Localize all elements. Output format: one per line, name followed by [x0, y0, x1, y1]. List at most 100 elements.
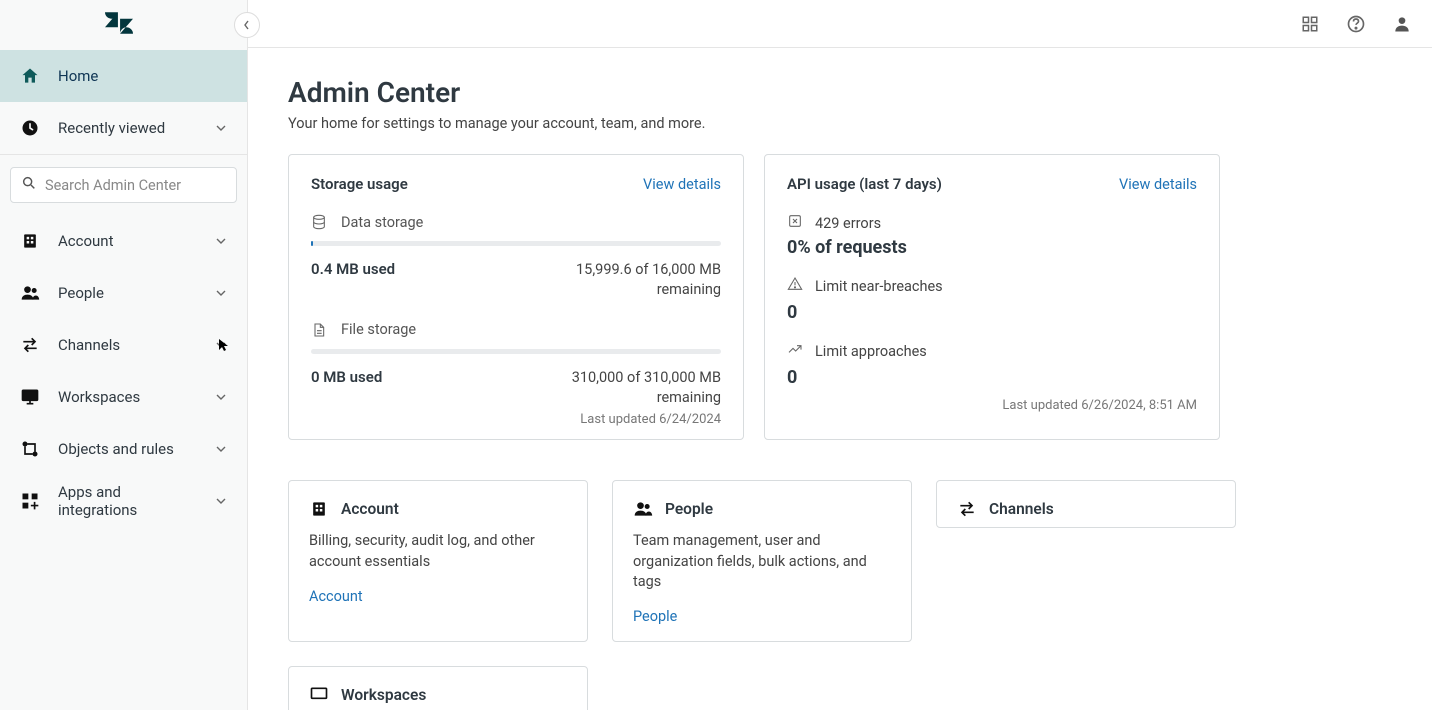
data-used: 0.4 MB used [311, 260, 395, 301]
sidebar-item-label: Account [58, 232, 197, 250]
chevron-down-icon [215, 388, 227, 407]
sidebar: Home Recently viewed Account [0, 0, 248, 710]
storage-label: Data storage [341, 214, 423, 231]
api-errors-row: 429 errors [787, 213, 1197, 233]
chevron-down-icon [215, 336, 227, 355]
tile-title: Workspaces [341, 686, 426, 704]
sidebar-item-apps[interactable]: Apps and integrations [0, 475, 247, 527]
sidebar-item-label: Apps and integrations [58, 483, 197, 519]
error-icon [787, 213, 803, 233]
api-breaches-row: Limit near-breaches [787, 276, 1197, 296]
chevron-left-icon [242, 20, 252, 30]
sidebar-item-workspaces[interactable]: Workspaces [0, 371, 247, 423]
search-input[interactable] [45, 177, 229, 194]
view-details-link[interactable]: View details [1119, 176, 1197, 193]
tile-title: Account [341, 500, 399, 518]
api-approaches-value: 0 [787, 367, 1197, 388]
content: Admin Center Your home for settings to m… [248, 48, 1432, 710]
building-icon [309, 499, 329, 519]
sidebar-item-label: Channels [58, 336, 197, 354]
chevron-down-icon [215, 284, 227, 303]
apps-icon [20, 491, 40, 511]
people-icon [633, 499, 653, 519]
tile-title: Channels [989, 500, 1054, 518]
building-icon [20, 231, 40, 251]
chevron-down-icon [215, 119, 227, 138]
file-storage-stats: 0 MB used 310,000 of 310,000 MB remainin… [311, 368, 721, 409]
sidebar-item-label: Objects and rules [58, 440, 197, 458]
sidebar-item-label: Recently viewed [58, 119, 197, 137]
nav-primary: Home Recently viewed [0, 50, 247, 154]
arrows-icon [957, 499, 977, 519]
tile-desc: Billing, security, audit log, and other … [309, 531, 567, 572]
storage-label: File storage [341, 321, 416, 338]
sidebar-collapse-button[interactable] [234, 12, 260, 38]
api-last-updated: Last updated 6/26/2024, 8:51 AM [787, 398, 1197, 413]
file-icon [311, 321, 329, 339]
storage-usage-card: Storage usage View details Data storage … [288, 154, 744, 440]
clock-icon [20, 118, 40, 138]
search-icon [21, 175, 37, 195]
sidebar-item-people[interactable]: People [0, 267, 247, 319]
tile-link[interactable]: Account [309, 588, 363, 605]
tile-link[interactable]: People [633, 608, 677, 625]
api-breaches-label: Limit near-breaches [815, 278, 943, 295]
file-used: 0 MB used [311, 368, 382, 409]
api-errors-value: 0% of requests [787, 237, 1197, 258]
card-title: Storage usage [311, 175, 408, 193]
api-breaches-value: 0 [787, 302, 1197, 323]
search-input-wrap[interactable] [10, 167, 237, 203]
card-title: API usage (last 7 days) [787, 175, 942, 193]
help-icon[interactable] [1346, 14, 1366, 34]
data-remaining: 15,999.6 of 16,000 MB remaining [576, 260, 721, 301]
warning-icon [787, 276, 803, 296]
tiles-grid: Account Billing, security, audit log, an… [288, 480, 1392, 710]
api-approaches-label: Limit approaches [815, 343, 927, 360]
sidebar-item-recently-viewed[interactable]: Recently viewed [0, 102, 247, 154]
home-icon [20, 66, 40, 86]
monitor-icon [20, 387, 40, 407]
tile-workspaces[interactable]: Workspaces [288, 666, 588, 710]
zendesk-logo-icon [105, 11, 133, 39]
api-approaches-row: Limit approaches [787, 341, 1197, 361]
main: Admin Center Your home for settings to m… [248, 0, 1432, 710]
chevron-down-icon [215, 232, 227, 251]
user-avatar-icon[interactable] [1392, 14, 1412, 34]
tile-desc: Team management, user and organization f… [633, 531, 891, 592]
sidebar-item-label: People [58, 284, 197, 302]
people-icon [20, 283, 40, 303]
tile-title: People [665, 500, 713, 518]
page-title: Admin Center [288, 76, 1392, 109]
sidebar-item-account[interactable]: Account [0, 215, 247, 267]
topbar [248, 0, 1432, 48]
database-icon [311, 213, 329, 231]
api-errors-label: 429 errors [815, 215, 881, 232]
storage-last-updated: Last updated 6/24/2024 [311, 412, 721, 427]
sidebar-item-label: Home [58, 67, 227, 85]
apps-grid-icon[interactable] [1300, 14, 1320, 34]
data-storage-row: Data storage [311, 213, 721, 231]
file-storage-progress [311, 349, 721, 354]
page-subtitle: Your home for settings to manage your ac… [288, 115, 1392, 132]
logo-area [0, 0, 247, 50]
file-remaining: 310,000 of 310,000 MB remaining [572, 368, 721, 409]
arrows-icon [20, 335, 40, 355]
flow-icon [20, 439, 40, 459]
file-storage-row: File storage [311, 321, 721, 339]
sidebar-item-label: Workspaces [58, 388, 197, 406]
sidebar-item-objects-rules[interactable]: Objects and rules [0, 423, 247, 475]
chevron-down-icon [215, 440, 227, 459]
usage-row: Storage usage View details Data storage … [288, 154, 1392, 440]
sidebar-item-channels[interactable]: Channels [0, 319, 247, 371]
search-container [0, 155, 247, 215]
tile-account[interactable]: Account Billing, security, audit log, an… [288, 480, 588, 642]
tile-people[interactable]: People Team management, user and organiz… [612, 480, 912, 642]
sidebar-item-home[interactable]: Home [0, 50, 247, 102]
monitor-icon [309, 685, 329, 705]
view-details-link[interactable]: View details [643, 176, 721, 193]
trend-icon [787, 341, 803, 361]
data-storage-stats: 0.4 MB used 15,999.6 of 16,000 MB remain… [311, 260, 721, 301]
data-storage-progress [311, 241, 721, 246]
api-usage-card: API usage (last 7 days) View details 429… [764, 154, 1220, 440]
tile-channels[interactable]: Channels [936, 480, 1236, 528]
